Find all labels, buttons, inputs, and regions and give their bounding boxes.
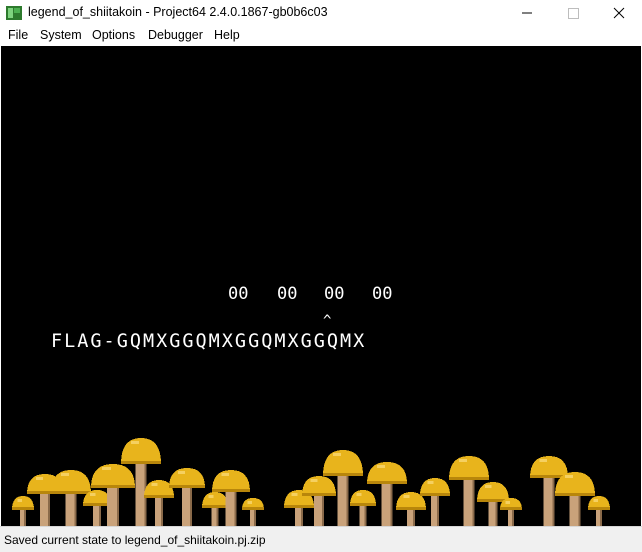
menu-bar: File System Options Debugger Help xyxy=(0,26,642,46)
mushroom xyxy=(367,462,407,526)
mushroom xyxy=(396,492,426,526)
title-bar[interactable]: legend_of_shiitakoin - Project64 2.4.0.1… xyxy=(0,0,642,26)
mushroom xyxy=(202,492,228,526)
hex-value-1: 00 xyxy=(228,284,249,304)
hex-value-2: 00 xyxy=(277,284,298,304)
close-icon[interactable] xyxy=(596,0,642,26)
hex-value-4: 00 xyxy=(372,284,393,304)
mushroom xyxy=(588,496,610,526)
status-text: Saved current state to legend_of_shiitak… xyxy=(4,533,266,547)
menu-help[interactable]: Help xyxy=(214,28,240,42)
menu-debugger[interactable]: Debugger xyxy=(148,28,203,42)
mushroom-field xyxy=(12,438,610,526)
mushroom xyxy=(500,498,522,526)
menu-options[interactable]: Options xyxy=(92,28,135,42)
mushroom xyxy=(83,490,111,526)
menu-file[interactable]: File xyxy=(8,28,28,42)
menu-system[interactable]: System xyxy=(40,28,82,42)
flag-text: FLAG-GQMXGGQMXGGQMXGGQMX xyxy=(51,331,367,352)
mushroom xyxy=(169,468,205,526)
status-bar: Saved current state to legend_of_shiitak… xyxy=(0,526,642,552)
project64-icon xyxy=(6,6,22,20)
game-screen[interactable]: 00 00 00 00 ^ FLAG-GQMXGGQMXGGQMXGGQMX xyxy=(1,46,641,526)
hex-value-3: 00 xyxy=(324,284,345,304)
selection-cursor: ^ xyxy=(323,313,332,329)
mushroom xyxy=(12,496,34,526)
maximize-icon[interactable] xyxy=(550,0,596,26)
mushroom xyxy=(350,490,376,526)
window-title: legend_of_shiitakoin - Project64 2.4.0.1… xyxy=(28,5,328,19)
mushroom xyxy=(242,498,264,526)
mushroom xyxy=(555,472,595,526)
minimize-icon[interactable] xyxy=(504,0,550,26)
